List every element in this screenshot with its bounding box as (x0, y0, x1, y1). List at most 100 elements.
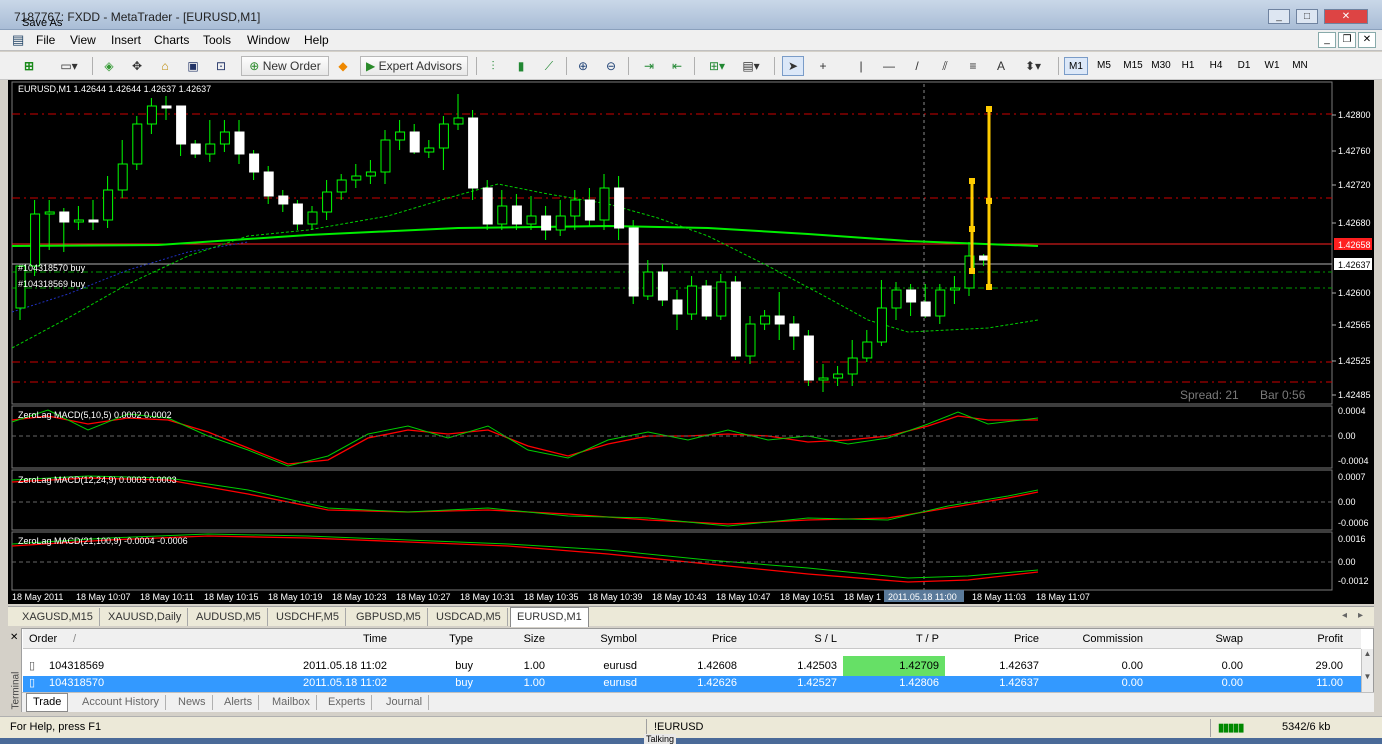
scroll-up-icon[interactable]: ▲ (1362, 649, 1373, 658)
timeframe-m1[interactable]: M1 (1064, 57, 1088, 75)
timeframe-mn[interactable]: MN (1288, 57, 1312, 75)
minimize-icon[interactable]: _ (1268, 9, 1290, 24)
timeframe-d1[interactable]: D1 (1232, 57, 1256, 75)
chart-shift-icon[interactable]: ⇤ (666, 56, 688, 76)
market-watch-icon[interactable]: ◈ (98, 56, 120, 76)
row-swap: 0.00 (1221, 677, 1243, 689)
col-sort-icon[interactable]: / (67, 629, 87, 649)
chart-window[interactable]: 1.42800 1.42760 1.42720 1.42680 1.42600 1.425… (8, 80, 1374, 604)
text-icon[interactable]: A (990, 56, 1012, 76)
tab-usdchf-m5[interactable]: USDCHF,M5 (270, 608, 346, 626)
candle-body (643, 271, 654, 297)
tab-audusd-m5[interactable]: AUDUSD,M5 (190, 608, 268, 626)
col-time[interactable]: Time (253, 629, 393, 649)
tab-xagusd-m15[interactable]: XAGUSD,M15 (16, 608, 100, 626)
tab-account-history[interactable]: Account History (76, 695, 167, 710)
zoom-out-icon[interactable]: ⊖ (600, 56, 622, 76)
indicators-icon[interactable]: ⊞▾ (702, 56, 732, 76)
app-icon: ▤ (12, 32, 25, 47)
mdi-minimize-icon[interactable]: _ (1318, 32, 1336, 48)
col-current-price[interactable]: Price (945, 629, 1045, 649)
tab-news[interactable]: News (172, 695, 213, 710)
mdi-restore-icon[interactable]: ❐ (1338, 32, 1356, 48)
table-row[interactable]: ▯ 104318570 2011.05.18 11:02 buy 1.00 eu… (23, 676, 1361, 692)
table-row[interactable]: ▯ 104318569 2011.05.18 11:02 buy 1.00 eu… (23, 656, 1361, 676)
menu-tools[interactable]: Tools (203, 33, 231, 47)
crosshair-icon[interactable]: + (812, 56, 834, 76)
periods-icon[interactable]: ▤▾ (734, 56, 768, 76)
col-price[interactable]: Price (643, 629, 743, 649)
profiles-icon[interactable]: ▭▾ (54, 56, 84, 76)
terminal-scrollbar[interactable]: ▲ ▼ (1361, 649, 1373, 693)
warning-icon[interactable]: ◆ (332, 56, 354, 76)
timeframe-m30[interactable]: M30 (1148, 57, 1174, 75)
new-order-button[interactable]: ⊕ New Order (241, 56, 329, 76)
tab-scroll-left-icon[interactable]: ◂ (1342, 610, 1347, 621)
macd2-label: ZeroLag MACD(12,24,9) 0.0003 0.0003 (18, 475, 177, 485)
macd1-label: ZeroLag MACD(5,10,5) 0.0002 0.0002 (18, 410, 172, 420)
new-chart-icon[interactable]: ⊞ (16, 56, 42, 76)
tab-eurusd-m1[interactable]: EURUSD,M1 (510, 607, 589, 627)
col-commission[interactable]: Commission (1045, 629, 1149, 649)
terminal-close-icon[interactable]: ✕ (10, 632, 18, 643)
vertical-line-icon[interactable]: | (850, 56, 872, 76)
cursor-icon[interactable]: ➤ (782, 56, 804, 76)
tab-mailbox[interactable]: Mailbox (266, 695, 317, 710)
horizontal-line-icon[interactable]: — (878, 56, 900, 76)
candle (789, 316, 800, 350)
col-type[interactable]: Type (393, 629, 479, 649)
timeframe-h4[interactable]: H4 (1204, 57, 1228, 75)
candle (833, 366, 844, 386)
tab-journal[interactable]: Journal (380, 695, 430, 710)
menu-help[interactable]: Help (304, 33, 329, 47)
menu-file[interactable]: File (36, 33, 55, 47)
arrows-icon[interactable]: ⬍▾ (1018, 56, 1048, 76)
col-size[interactable]: Size (479, 629, 551, 649)
tab-gbpusd-m5[interactable]: GBPUSD,M5 (350, 608, 428, 626)
menu-view[interactable]: View (70, 33, 96, 47)
tab-alerts[interactable]: Alerts (218, 695, 260, 710)
col-symbol[interactable]: Symbol (551, 629, 643, 649)
strategy-tester-icon[interactable]: ⊡ (210, 56, 232, 76)
price-tick-label: 1.42600 (1338, 288, 1371, 298)
line-chart-icon[interactable]: ⟋ (538, 56, 560, 76)
tab-experts[interactable]: Experts (322, 695, 373, 710)
menu-window[interactable]: Window (247, 33, 290, 47)
mdi-close-icon[interactable]: ✕ (1358, 32, 1376, 48)
price-chart[interactable]: 1.42800 1.42760 1.42720 1.42680 1.42600 1.425… (8, 80, 1374, 604)
candle (365, 160, 376, 184)
timeframe-m15[interactable]: M15 (1120, 57, 1146, 75)
tab-trade[interactable]: Trade (26, 693, 69, 712)
zoom-in-icon[interactable]: ⊕ (572, 56, 594, 76)
data-window-icon[interactable]: ⌂ (154, 56, 176, 76)
expert-advisors-button[interactable]: ▶ Expert Advisors (360, 56, 468, 76)
col-swap[interactable]: Swap (1149, 629, 1249, 649)
col-profit[interactable]: Profit (1249, 629, 1349, 649)
navigator-icon[interactable]: ✥ (126, 56, 148, 76)
candle (409, 124, 420, 154)
candle-body (599, 187, 610, 221)
col-tp[interactable]: T / P (843, 629, 945, 649)
col-sl[interactable]: S / L (743, 629, 843, 649)
fibonacci-icon[interactable]: ≡ (962, 56, 984, 76)
equidistant-channel-icon[interactable]: ⫽ (934, 56, 956, 76)
candle-body (351, 175, 362, 181)
close-icon[interactable]: ✕ (1324, 9, 1368, 24)
tab-scroll-right-icon[interactable]: ▸ (1358, 610, 1363, 621)
tab-xauusd-daily[interactable]: XAUUSD,Daily (102, 608, 189, 626)
bar-chart-icon[interactable]: ⫶ (482, 56, 504, 76)
menu-insert[interactable]: Insert (111, 33, 141, 47)
autoscroll-icon[interactable]: ⇥ (638, 56, 660, 76)
trendline-icon[interactable]: / (906, 56, 928, 76)
timeframe-h1[interactable]: H1 (1176, 57, 1200, 75)
terminal-icon[interactable]: ▣ (182, 56, 204, 76)
candlestick-icon[interactable]: ▮ (510, 56, 532, 76)
menu-charts[interactable]: Charts (154, 33, 189, 47)
tab-usdcad-m5[interactable]: USDCAD,M5 (430, 608, 508, 626)
scroll-down-icon[interactable]: ▼ (1362, 672, 1373, 681)
timeframe-m5[interactable]: M5 (1092, 57, 1116, 75)
time-tick-label: 18 May 11:03 (972, 592, 1026, 602)
row-symbol: eurusd (603, 677, 637, 689)
maximize-icon[interactable]: □ (1296, 9, 1318, 24)
timeframe-w1[interactable]: W1 (1260, 57, 1284, 75)
